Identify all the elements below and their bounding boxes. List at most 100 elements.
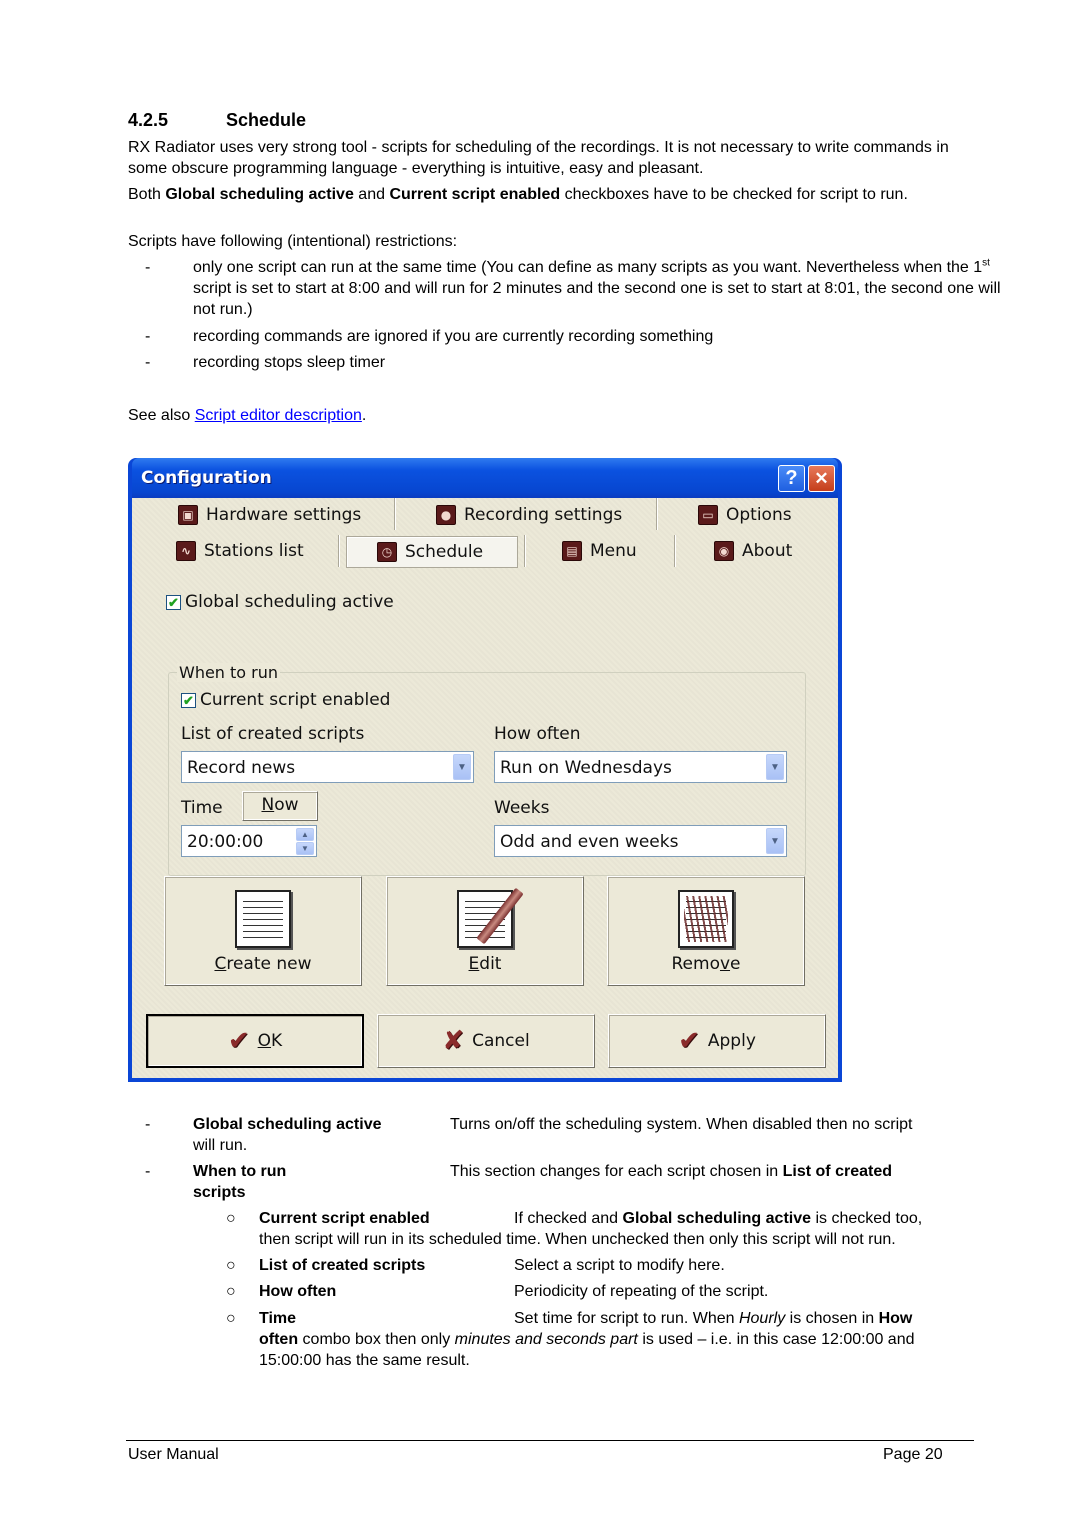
tab-about[interactable]: ◉ About bbox=[714, 536, 792, 566]
help-icon: ? bbox=[785, 467, 798, 489]
footer-left: User Manual bbox=[128, 1446, 219, 1463]
computer-icon: ▭ bbox=[698, 505, 718, 525]
checkmark-icon: ✔ bbox=[227, 1026, 250, 1056]
text: is used – i.e. in this case 12:00:00 and bbox=[637, 1331, 915, 1348]
text-lines bbox=[243, 898, 283, 940]
definition-term: How often bbox=[259, 1281, 336, 1302]
section-heading: 4.2.5 Schedule bbox=[128, 110, 306, 131]
term: When to run bbox=[193, 1163, 287, 1180]
text: is checked too, bbox=[811, 1210, 923, 1227]
accel-key: v bbox=[719, 954, 731, 974]
definition-marker: ○ bbox=[226, 1283, 236, 1300]
menu-icon: ▤ bbox=[562, 541, 582, 561]
definition-cont: will run. bbox=[193, 1137, 248, 1154]
close-button[interactable]: ✕ bbox=[808, 465, 835, 492]
bold-term: List of created bbox=[782, 1163, 892, 1180]
definition-marker: ○ bbox=[226, 1210, 236, 1227]
term: Global scheduling active bbox=[193, 1116, 382, 1133]
definition-desc: Set time for script to run. When Hourly … bbox=[514, 1308, 912, 1329]
italic-term: minutes and seconds part bbox=[454, 1331, 638, 1348]
time-spinner[interactable]: 20:00:00 ▲ ▼ bbox=[181, 825, 317, 857]
definition-term: List of created scripts bbox=[259, 1255, 425, 1276]
help-button[interactable]: ? bbox=[778, 465, 805, 492]
how-often-label: How often bbox=[494, 724, 581, 744]
superscript: st bbox=[982, 257, 990, 269]
tab-label: Schedule bbox=[405, 542, 484, 562]
scripts-combo[interactable]: Record news ▼ bbox=[181, 751, 474, 783]
tab-recording-settings[interactable]: ● Recording settings bbox=[436, 500, 622, 530]
apply-button[interactable]: ✔ Apply bbox=[608, 1014, 826, 1068]
button-label: Apply bbox=[707, 1031, 756, 1051]
bold-term: Global scheduling active bbox=[622, 1210, 812, 1227]
broadcast-icon: ◉ bbox=[714, 541, 734, 561]
text: e bbox=[730, 954, 741, 974]
text: and bbox=[353, 186, 390, 203]
tab-label: Stations list bbox=[204, 541, 304, 561]
tab-label: Menu bbox=[590, 541, 637, 561]
global-scheduling-checkbox[interactable]: ✔ Global scheduling active bbox=[166, 592, 394, 612]
definition-marker: ○ bbox=[226, 1310, 236, 1327]
scribble-mark bbox=[684, 896, 728, 942]
definition-desc: Turns on/off the scheduling system. When… bbox=[450, 1116, 913, 1133]
bold-term: scripts bbox=[193, 1184, 246, 1201]
now-button[interactable]: Now bbox=[242, 791, 318, 821]
page-number: Page 20 bbox=[883, 1446, 943, 1463]
restriction-text: recording commands are ignored if you ar… bbox=[193, 328, 714, 345]
text: This section changes for each script cho… bbox=[450, 1163, 783, 1180]
edit-button[interactable]: Edit bbox=[386, 876, 584, 986]
accel-key: N bbox=[261, 795, 275, 815]
definition-cont: 15:00:00 has the same result. bbox=[259, 1352, 470, 1369]
spin-up-icon[interactable]: ▲ bbox=[296, 828, 314, 841]
checkbox-label: Global scheduling active bbox=[185, 592, 394, 612]
bullet-dash: - bbox=[145, 354, 151, 371]
term: Current script enabled bbox=[259, 1210, 430, 1227]
tab-schedule[interactable]: ◷ Schedule bbox=[346, 536, 518, 568]
tab-options[interactable]: ▭ Options bbox=[698, 500, 792, 530]
group-title: When to run bbox=[177, 663, 281, 682]
text: combo box then only bbox=[298, 1331, 455, 1348]
time-value[interactable]: 20:00:00 bbox=[187, 832, 263, 852]
chevron-down-icon[interactable]: ▼ bbox=[453, 754, 471, 780]
cancel-button[interactable]: ✘ Cancel bbox=[377, 1014, 595, 1068]
restriction-text: recording stops sleep timer bbox=[193, 354, 386, 371]
text: checkboxes have to be checked for script… bbox=[560, 186, 908, 203]
how-often-combo[interactable]: Run on Wednesdays ▼ bbox=[494, 751, 787, 783]
remove-button[interactable]: Remove bbox=[607, 876, 805, 986]
weeks-combo[interactable]: Odd and even weeks ▼ bbox=[494, 825, 787, 857]
ok-button[interactable]: ✔ OK bbox=[146, 1014, 364, 1068]
title-bar[interactable]: Configuration ? ✕ bbox=[132, 458, 838, 498]
combo-value: Odd and even weeks bbox=[500, 832, 679, 852]
script-editor-link[interactable]: Script editor description bbox=[195, 407, 362, 424]
text: . bbox=[361, 407, 367, 424]
checkmark-icon: ✔ bbox=[678, 1026, 700, 1056]
see-also: See also Script editor description. bbox=[128, 405, 366, 426]
definition-cont: scripts bbox=[193, 1182, 245, 1203]
cross-icon: ✘ bbox=[442, 1026, 465, 1056]
definition-marker: - bbox=[145, 1116, 151, 1133]
spin-buttons[interactable]: ▲ ▼ bbox=[296, 828, 314, 855]
chevron-down-icon[interactable]: ▼ bbox=[766, 828, 784, 854]
combo-value: Record news bbox=[187, 758, 296, 778]
definition-term: Time bbox=[259, 1308, 296, 1329]
scripts-label: List of created scripts bbox=[181, 724, 365, 744]
combo-value: Run on Wednesdays bbox=[500, 758, 672, 778]
tab-stations-list[interactable]: ∿ Stations list bbox=[176, 536, 304, 566]
text: dit bbox=[479, 954, 502, 974]
divider bbox=[394, 498, 396, 530]
current-script-checkbox[interactable]: ✔ Current script enabled bbox=[181, 690, 390, 710]
definition-cont: then script will run in its scheduled ti… bbox=[259, 1231, 896, 1248]
chevron-down-icon[interactable]: ▼ bbox=[766, 754, 784, 780]
tab-hardware-settings[interactable]: ▣ Hardware settings bbox=[178, 500, 361, 530]
record-icon: ● bbox=[436, 505, 456, 525]
button-label: Remove bbox=[608, 954, 804, 974]
configuration-dialog: Configuration ? ✕ ▣ Hardware settings ● Re… bbox=[128, 458, 842, 1082]
plug-icon: ▣ bbox=[178, 505, 198, 525]
tab-menu[interactable]: ▤ Menu bbox=[562, 536, 637, 566]
bullet-dash: - bbox=[145, 328, 151, 345]
tab-label: Hardware settings bbox=[206, 505, 362, 525]
definition-term: Global scheduling active bbox=[193, 1114, 382, 1135]
create-new-button[interactable]: Create new bbox=[164, 876, 362, 986]
close-icon: ✕ bbox=[814, 469, 829, 488]
spin-down-icon[interactable]: ▼ bbox=[296, 842, 314, 855]
text: If checked and bbox=[514, 1210, 623, 1227]
